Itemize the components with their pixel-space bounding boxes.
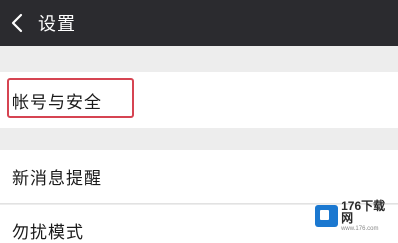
- watermark: 176下载网 www.176.com: [315, 199, 395, 232]
- settings-screen: 设置 帐号与安全 新消息提醒 勿扰模式 176下载网 www.176.com: [0, 0, 398, 243]
- watermark-brand: 176下载网: [341, 199, 386, 225]
- title-bar: 设置: [0, 0, 398, 46]
- highlight-box: [7, 78, 134, 118]
- settings-item-label: 新消息提醒: [12, 169, 102, 189]
- back-button[interactable]: [0, 0, 34, 46]
- watermark-logo-icon: [315, 205, 339, 227]
- chevron-left-icon: [11, 13, 23, 33]
- page-title: 设置: [38, 14, 76, 35]
- watermark-url: www.176.com: [341, 226, 379, 232]
- settings-item-label: 勿扰模式: [12, 222, 84, 243]
- settings-item-new-message-alerts[interactable]: 新消息提醒: [0, 150, 398, 204]
